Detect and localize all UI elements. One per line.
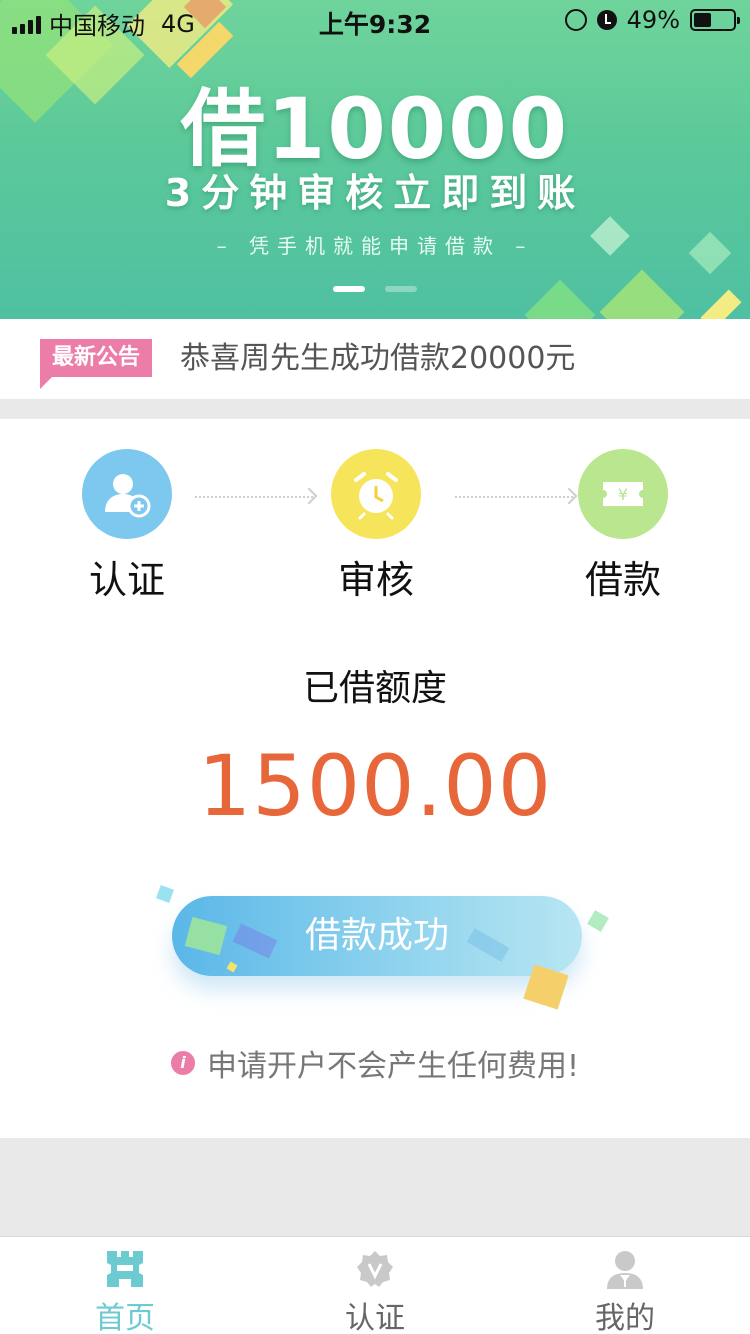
banner-decoration (700, 289, 742, 319)
tab-label: 我的 (595, 1301, 655, 1334)
notice-badge: 最新公告 (40, 339, 153, 389)
fee-tip-text: 申请开户不会产生任何费用! (206, 1049, 580, 1084)
rotation-lock-icon (564, 9, 587, 31)
info-icon: i (170, 1051, 195, 1075)
carousel-indicator[interactable] (0, 286, 750, 292)
alarm-icon (596, 10, 617, 30)
profile-icon (605, 1249, 645, 1293)
step-label: 认证 (88, 558, 165, 602)
tab-bar: 首页 认证 我的 (0, 1236, 750, 1334)
tab-label: 首页 (95, 1301, 155, 1334)
quota-amount: 1500.00 (197, 737, 553, 835)
home-icon (105, 1249, 145, 1293)
battery-icon (690, 9, 740, 31)
banner-decoration (599, 269, 685, 319)
quota-label: 已借额度 (302, 668, 447, 709)
notice-bar[interactable]: 最新公告 恭喜周先生成功借款20000元 (0, 319, 750, 399)
alarm-clock-icon (331, 449, 421, 539)
fee-tip: i 申请开户不会产生任何费用! (0, 1041, 750, 1085)
tab-label: 认证 (345, 1301, 405, 1334)
user-add-icon (82, 449, 172, 539)
tab-home[interactable]: 首页 (0, 1237, 250, 1334)
promo-banner[interactable]: 借10000 3分钟审核立即到账 – 凭手机就能申请借款 – (0, 0, 750, 319)
status-bar: 中国移动 4G 上午9:32 49% (0, 0, 750, 40)
step-verify: 认证 (47, 449, 207, 604)
banner-tagline: – 凭手机就能申请借款 – (216, 234, 534, 258)
banner-subheadline: 3分钟审核立即到账 (164, 171, 586, 215)
carousel-dot[interactable] (385, 286, 417, 292)
svg-text:¥: ¥ (618, 485, 628, 504)
tab-verify[interactable]: 认证 (250, 1237, 500, 1334)
tab-profile[interactable]: 我的 (500, 1237, 750, 1334)
loan-card: 认证 审核 ¥ 借款 已借额度 1500.00 借款成功 i 申请开户不会产生任… (0, 419, 750, 1138)
step-loan: ¥ 借款 (543, 449, 703, 604)
notice-text: 恭喜周先生成功借款20000元 (180, 341, 576, 376)
carousel-dot-active[interactable] (333, 286, 365, 292)
verified-badge-icon (355, 1249, 395, 1293)
battery-percent: 49% (626, 6, 680, 34)
step-label: 审核 (337, 558, 414, 602)
step-label: 借款 (584, 558, 661, 602)
step-review: 审核 (296, 449, 456, 604)
yen-ticket-icon: ¥ (578, 449, 668, 539)
confetti-decoration (156, 885, 174, 903)
loan-button-area: 借款成功 (150, 879, 620, 1010)
confetti-decoration (587, 910, 609, 932)
